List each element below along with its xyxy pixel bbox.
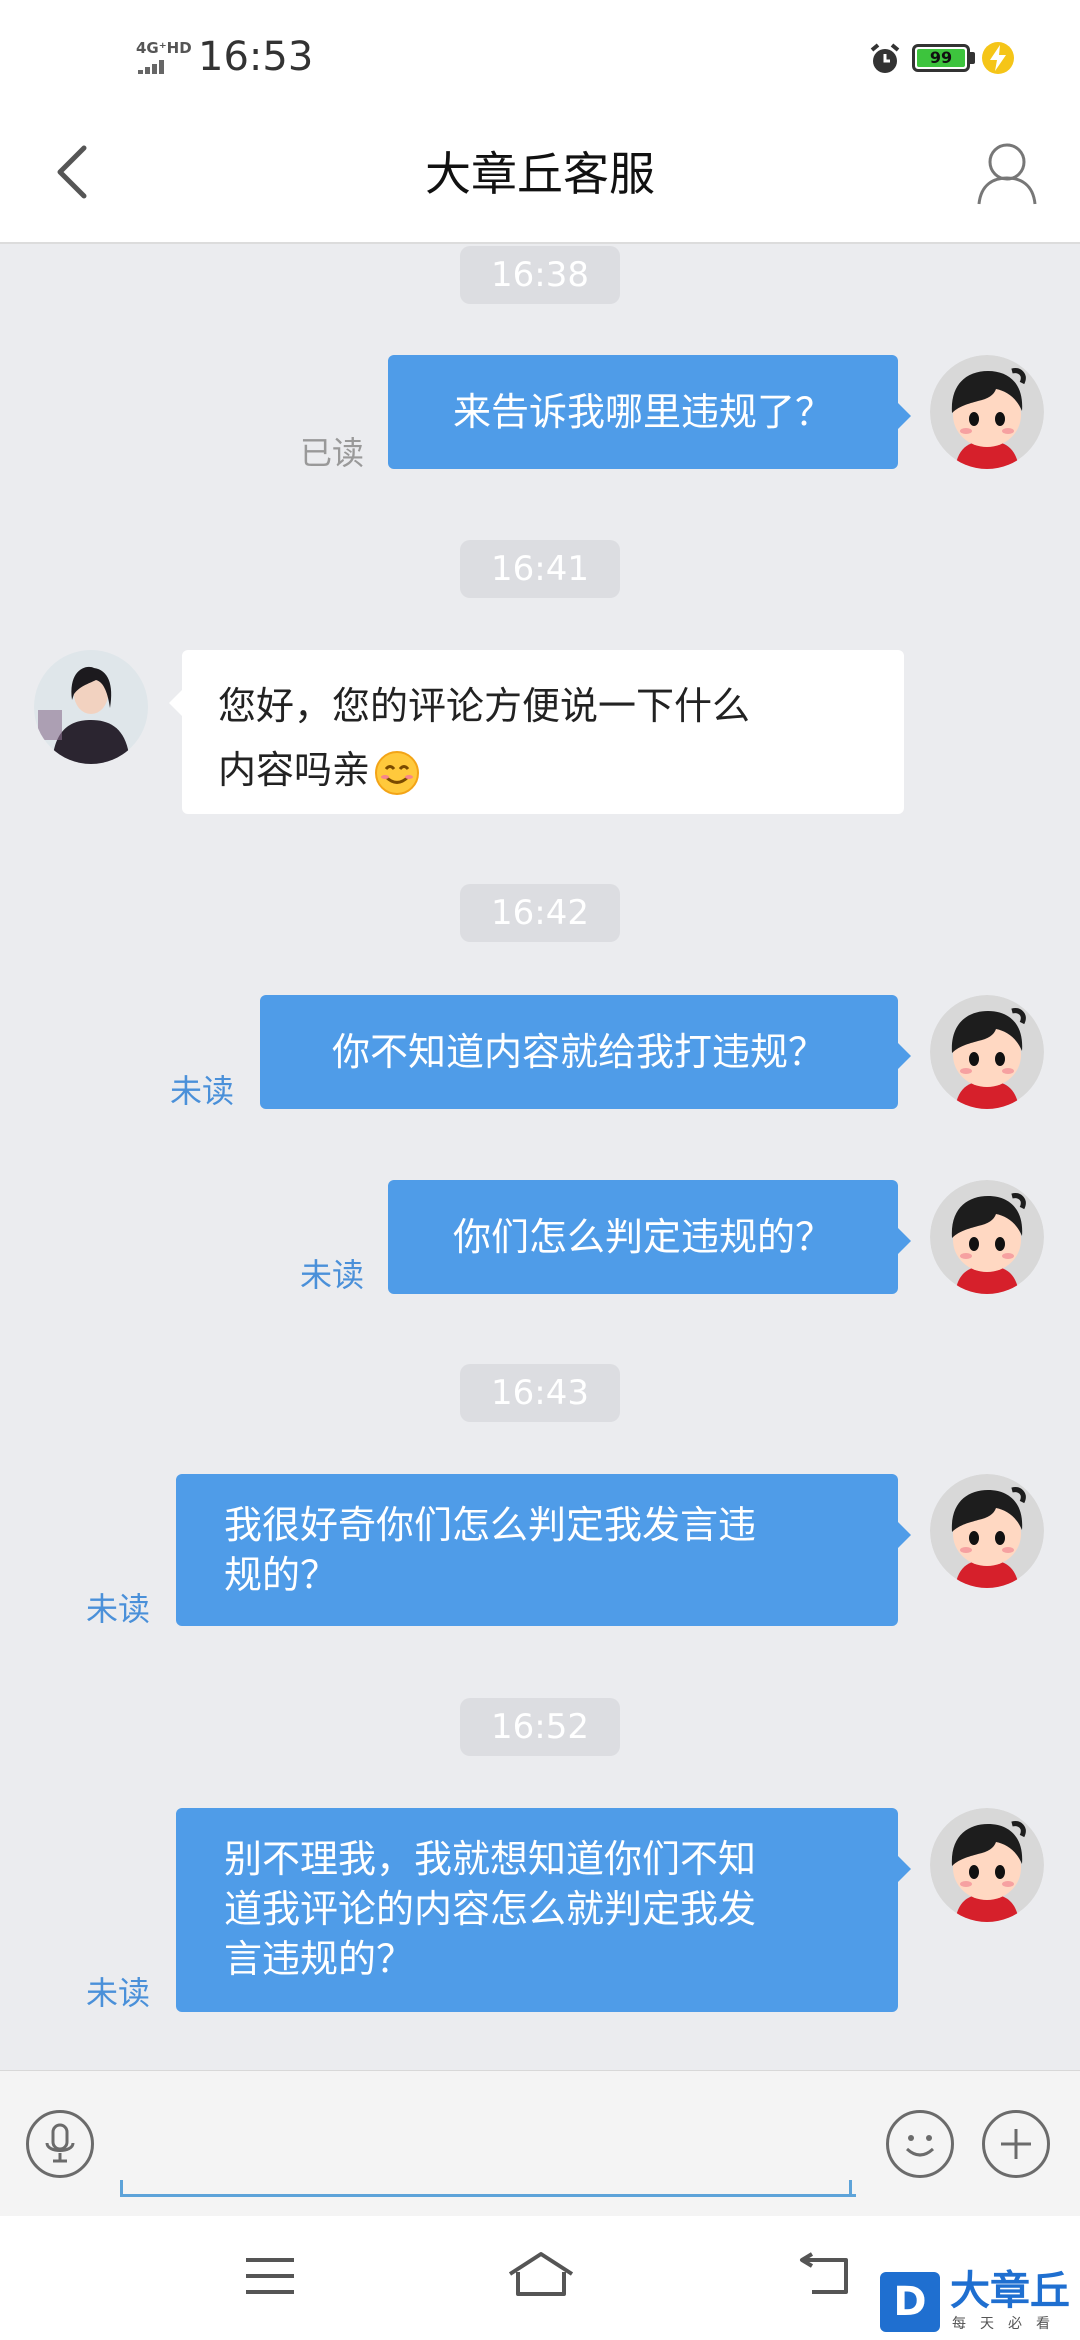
read-status: 未读 xyxy=(86,1974,151,2012)
battery-cap xyxy=(970,52,975,64)
timestamp: 16:41 xyxy=(460,540,620,598)
message-text: 内容吗亲 xyxy=(218,748,371,792)
input-underline-edge xyxy=(849,2180,852,2194)
message-bubble-outgoing[interactable]: 你们怎么判定违规的？ xyxy=(388,1180,911,1294)
user-avatar[interactable] xyxy=(930,1474,1044,1588)
message-line: 别不理我，我就想知道你们不知 xyxy=(224,1837,757,1881)
watermark-logo: D 大章丘 每天必看 xyxy=(880,2268,1080,2340)
message-line: 道我评论的内容怎么就判定我发 xyxy=(224,1887,757,1931)
watermark-name: 大章丘 xyxy=(950,2268,1070,2314)
timestamp: 16:42 xyxy=(460,884,620,942)
signal-icon xyxy=(138,60,166,74)
input-underline-edge xyxy=(120,2180,123,2194)
battery-level: 99 xyxy=(929,48,953,67)
alarm-icon xyxy=(870,43,900,73)
status-time: 16:53 xyxy=(198,34,314,80)
agent-avatar[interactable] xyxy=(34,650,148,764)
user-avatar[interactable] xyxy=(930,1808,1044,1922)
message-line: 规的？ xyxy=(224,1553,339,1597)
message-bubble-outgoing[interactable]: 你不知道内容就给我打违规？ xyxy=(260,995,911,1109)
battery-icon: 99 xyxy=(912,44,970,72)
read-status: 未读 xyxy=(300,1256,365,1294)
home-icon[interactable] xyxy=(506,2250,576,2298)
user-avatar[interactable] xyxy=(930,1180,1044,1294)
menu-icon[interactable] xyxy=(244,2256,296,2296)
message-bubble-incoming[interactable]: 您好，您的评论方便说一下什么 内容吗亲 xyxy=(169,650,904,814)
profile-icon[interactable] xyxy=(976,140,1038,206)
message-bubble-outgoing[interactable]: 来告诉我哪里违规了？ xyxy=(388,355,911,469)
message-line: 我很好奇你们怎么判定我发言违 xyxy=(224,1503,757,1547)
message-bubble-outgoing[interactable]: 别不理我，我就想知道你们不知 道我评论的内容怎么就判定我发 言违规的？ xyxy=(176,1808,911,2012)
plus-icon xyxy=(1001,2129,1031,2159)
timestamp: 16:52 xyxy=(460,1698,620,1756)
smiley-icon xyxy=(905,2135,935,2157)
user-avatar[interactable] xyxy=(930,995,1044,1109)
message-line: 内容吗亲 xyxy=(218,738,868,802)
watermark-tagline: 每天必看 xyxy=(952,2316,1064,2332)
message-input[interactable] xyxy=(120,2100,856,2197)
read-status: 未读 xyxy=(86,1590,151,1628)
watermark-logo-mark: D xyxy=(880,2272,940,2332)
message-line: 言违规的？ xyxy=(224,1937,415,1981)
read-status: 未读 xyxy=(170,1072,235,1110)
more-options-button[interactable] xyxy=(982,2110,1050,2178)
emoji-button[interactable] xyxy=(886,2110,954,2178)
user-avatar[interactable] xyxy=(930,355,1044,469)
timestamp: 16:38 xyxy=(460,246,620,304)
back-nav-icon[interactable] xyxy=(796,2252,852,2296)
microphone-icon xyxy=(45,2123,75,2163)
message-line: 您好，您的评论方便说一下什么 xyxy=(218,684,751,728)
read-status: 已读 xyxy=(300,434,365,472)
message-bubble-outgoing[interactable]: 我很好奇你们怎么判定我发言违 规的？ xyxy=(176,1474,911,1626)
page-title: 大章丘客服 xyxy=(425,147,655,201)
charging-icon xyxy=(982,42,1014,74)
smile-emoji-icon xyxy=(375,750,420,795)
timestamp: 16:43 xyxy=(460,1364,620,1422)
voice-button[interactable] xyxy=(26,2110,94,2178)
network-indicator: 4G⁺HD xyxy=(136,39,192,57)
